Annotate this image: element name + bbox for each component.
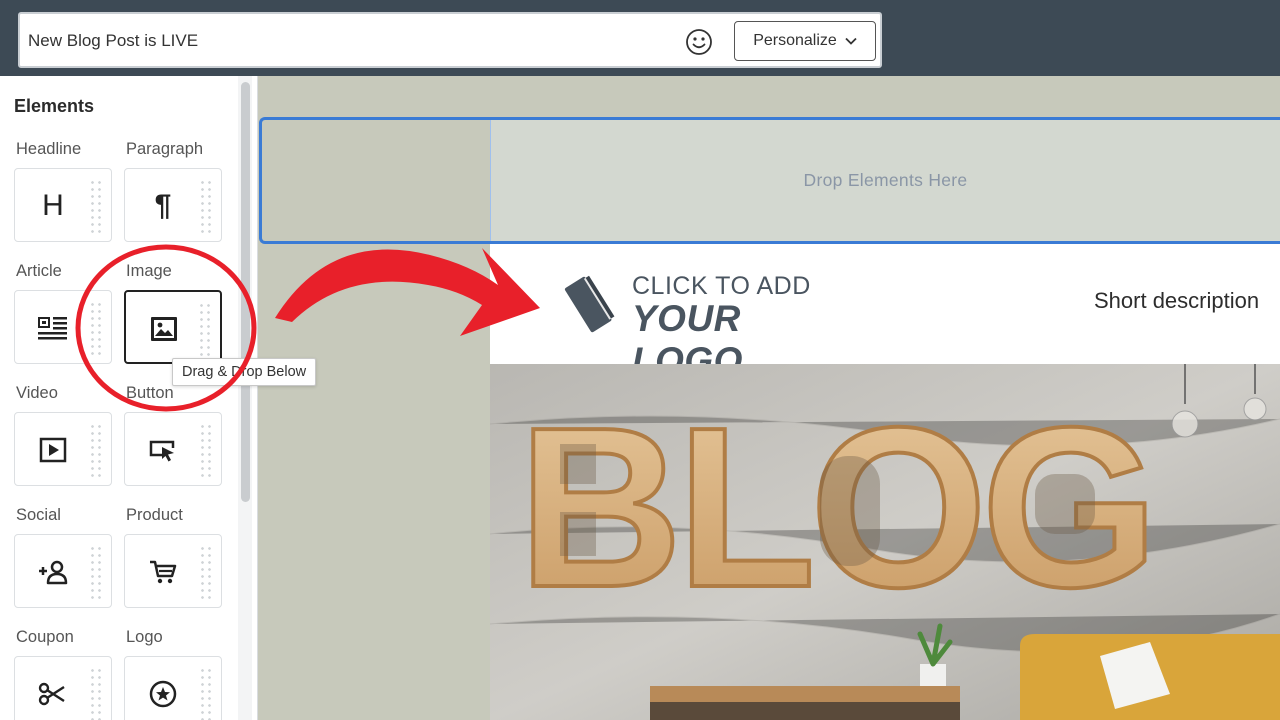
cart-icon (143, 552, 183, 592)
element-label-button: Button (126, 384, 174, 402)
button-cursor-icon (143, 430, 183, 470)
sidebar-title: Elements (14, 96, 95, 116)
logo-placeholder[interactable]: CLICK TO ADD YOUR LOGO (560, 272, 850, 381)
drag-handle[interactable] (198, 302, 212, 356)
element-tile-product[interactable] (124, 534, 222, 608)
logo-line-1: CLICK TO ADD (632, 272, 811, 300)
header-short-description[interactable]: Short description (1094, 288, 1259, 314)
element-tile-button[interactable] (124, 412, 222, 486)
paragraph-icon: ¶ (154, 189, 172, 222)
personalize-label: Personalize (753, 32, 837, 49)
sidebar-scrollbar-thumb[interactable] (241, 82, 250, 502)
element-tile-video[interactable] (14, 412, 112, 486)
drag-handle[interactable] (89, 301, 103, 355)
element-label-paragraph: Paragraph (126, 140, 204, 158)
article-icon (33, 308, 73, 348)
element-label-article: Article (16, 262, 62, 280)
drop-zone[interactable]: Drop Elements Here (490, 120, 1280, 241)
drag-drop-tooltip: Drag & Drop Below (172, 358, 317, 386)
subject-line-field[interactable]: Personalize (18, 12, 882, 68)
personalize-button[interactable]: Personalize (734, 21, 876, 61)
drag-handle[interactable] (89, 423, 103, 477)
element-label-social: Social (16, 506, 61, 524)
drag-handle[interactable] (199, 667, 213, 720)
drag-handle[interactable] (89, 545, 103, 599)
element-label-logo: Logo (126, 628, 163, 646)
subject-input[interactable] (28, 26, 668, 56)
drag-handle[interactable] (199, 423, 213, 477)
element-tile-article[interactable] (14, 290, 112, 364)
element-label-video: Video (16, 384, 58, 402)
chevron-down-icon (845, 37, 857, 45)
element-tile-headline[interactable]: H (14, 168, 112, 242)
star-badge-icon (143, 674, 183, 714)
drag-handle[interactable] (89, 667, 103, 720)
image-icon (144, 309, 184, 349)
element-label-product: Product (126, 506, 183, 524)
hero-image[interactable]: BLOG (490, 364, 1280, 720)
element-tile-image[interactable] (124, 290, 222, 364)
element-tile-social[interactable] (14, 534, 112, 608)
book-icon (564, 275, 615, 333)
headline-icon: H (42, 189, 64, 222)
scissors-icon (33, 674, 73, 714)
video-icon (33, 430, 73, 470)
top-bar: Personalize (0, 0, 1280, 76)
element-tile-logo[interactable] (124, 656, 222, 720)
element-label-coupon: Coupon (16, 628, 74, 646)
elements-sidebar: Elements Headline Paragraph H ¶ Article … (0, 76, 258, 720)
drop-zone-placeholder: Drop Elements Here (803, 170, 968, 190)
add-user-icon (33, 552, 73, 592)
element-label-headline: Headline (16, 140, 82, 158)
drag-handle[interactable] (199, 545, 213, 599)
drag-handle[interactable] (89, 179, 103, 233)
element-tile-coupon[interactable] (14, 656, 112, 720)
drag-handle[interactable] (199, 179, 213, 233)
emoji-icon[interactable] (684, 27, 714, 57)
element-label-image: Image (126, 262, 172, 280)
email-header-section[interactable]: CLICK TO ADD YOUR LOGO Short description (490, 244, 1280, 381)
element-tile-paragraph[interactable]: ¶ (124, 168, 222, 242)
